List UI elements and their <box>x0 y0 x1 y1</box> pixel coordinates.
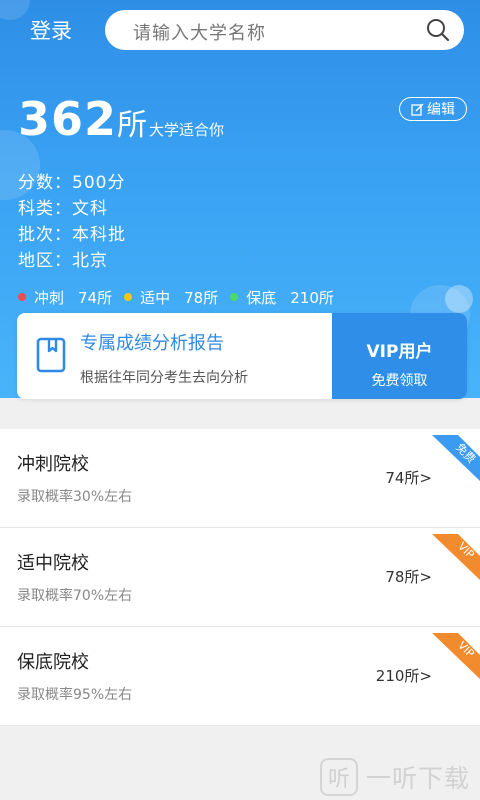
school-category-list: 冲刺院校 录取概率30%左右 74所> 免费 适中院校 录取概率70%左右 78… <box>0 429 480 726</box>
edit-icon <box>411 103 424 116</box>
watermark: 听 一听下载 <box>320 758 470 796</box>
vip-title: VIP用户 <box>366 342 433 362</box>
reach-dot-icon <box>18 293 26 301</box>
info-score: 分数：500分 <box>18 173 126 193</box>
info-subject: 科类：文科 <box>18 199 108 219</box>
vip-badge: VIP <box>432 633 480 679</box>
watermark-logo-icon: 听 <box>320 758 358 796</box>
free-badge: 免费 <box>432 435 480 481</box>
report-card[interactable]: 专属成绩分析报告 根据往年同分考生去向分析 VIP用户 免费领取 <box>17 313 467 399</box>
info-label: 科类 <box>18 199 54 219</box>
info-label: 分数 <box>18 173 54 193</box>
stat-label: 冲刺 <box>34 288 65 307</box>
book-icon <box>36 337 66 373</box>
info-region: 地区：北京 <box>18 251 108 271</box>
list-item-title: 适中院校 <box>17 553 89 574</box>
top-bar: 登录 请输入大学名称 <box>0 0 480 60</box>
list-item-title: 冲刺院校 <box>17 454 89 475</box>
info-value: 文科 <box>72 199 108 219</box>
stat-label: 适中 <box>140 288 171 307</box>
info-batch: 批次：本科批 <box>18 225 126 245</box>
match-count-description: 大学适合你 <box>149 121 225 139</box>
info-label: 地区 <box>18 251 54 271</box>
list-item-title: 保底院校 <box>17 652 89 673</box>
edit-label: 编辑 <box>427 102 455 118</box>
decor-bubble <box>445 285 473 313</box>
stats-row: 冲刺 74所 适中 78所 保底 210所 <box>18 287 346 307</box>
list-item-safe[interactable]: 保底院校 录取概率95%左右 210所> VIP <box>0 627 480 726</box>
stat-count: 78所 <box>184 288 219 307</box>
safe-dot-icon <box>230 293 239 301</box>
match-count-number: 362 <box>18 92 118 146</box>
list-item-match[interactable]: 适中院校 录取概率70%左右 78所> VIP <box>0 528 480 627</box>
stat-label: 保底 <box>246 288 277 307</box>
vip-badge: VIP <box>432 534 480 580</box>
match-dot-icon <box>124 293 133 301</box>
list-item-count: 74所> <box>385 469 432 487</box>
vip-free-button[interactable]: VIP用户 免费领取 <box>332 313 467 399</box>
search-placeholder: 请输入大学名称 <box>133 23 266 44</box>
info-value: 本科批 <box>72 225 126 245</box>
search-bar[interactable]: 请输入大学名称 <box>105 10 464 50</box>
edit-button[interactable]: 编辑 <box>399 97 467 121</box>
match-count-unit: 所 <box>117 108 148 143</box>
list-item-count: 78所> <box>385 568 432 586</box>
stat-count: 74所 <box>78 288 113 307</box>
stat-count: 210所 <box>290 288 334 307</box>
list-item-subtitle: 录取概率70%左右 <box>17 588 133 604</box>
match-count: 362所 大学适合你 <box>18 92 224 146</box>
list-item-subtitle: 录取概率30%左右 <box>17 489 133 505</box>
info-value: 500分 <box>72 173 126 193</box>
info-label: 批次 <box>18 225 54 245</box>
watermark-text: 一听下载 <box>366 764 471 793</box>
search-icon[interactable] <box>426 18 450 42</box>
report-subtitle: 根据往年同分考生去向分析 <box>80 370 248 386</box>
list-item-reach[interactable]: 冲刺院校 录取概率30%左右 74所> 免费 <box>0 429 480 528</box>
login-button[interactable]: 登录 <box>30 15 72 45</box>
vip-subtitle: 免费领取 <box>371 373 428 389</box>
report-title: 专属成绩分析报告 <box>80 333 224 354</box>
list-item-subtitle: 录取概率95%左右 <box>17 687 133 703</box>
list-item-count: 210所> <box>375 667 432 685</box>
info-value: 北京 <box>72 251 108 271</box>
